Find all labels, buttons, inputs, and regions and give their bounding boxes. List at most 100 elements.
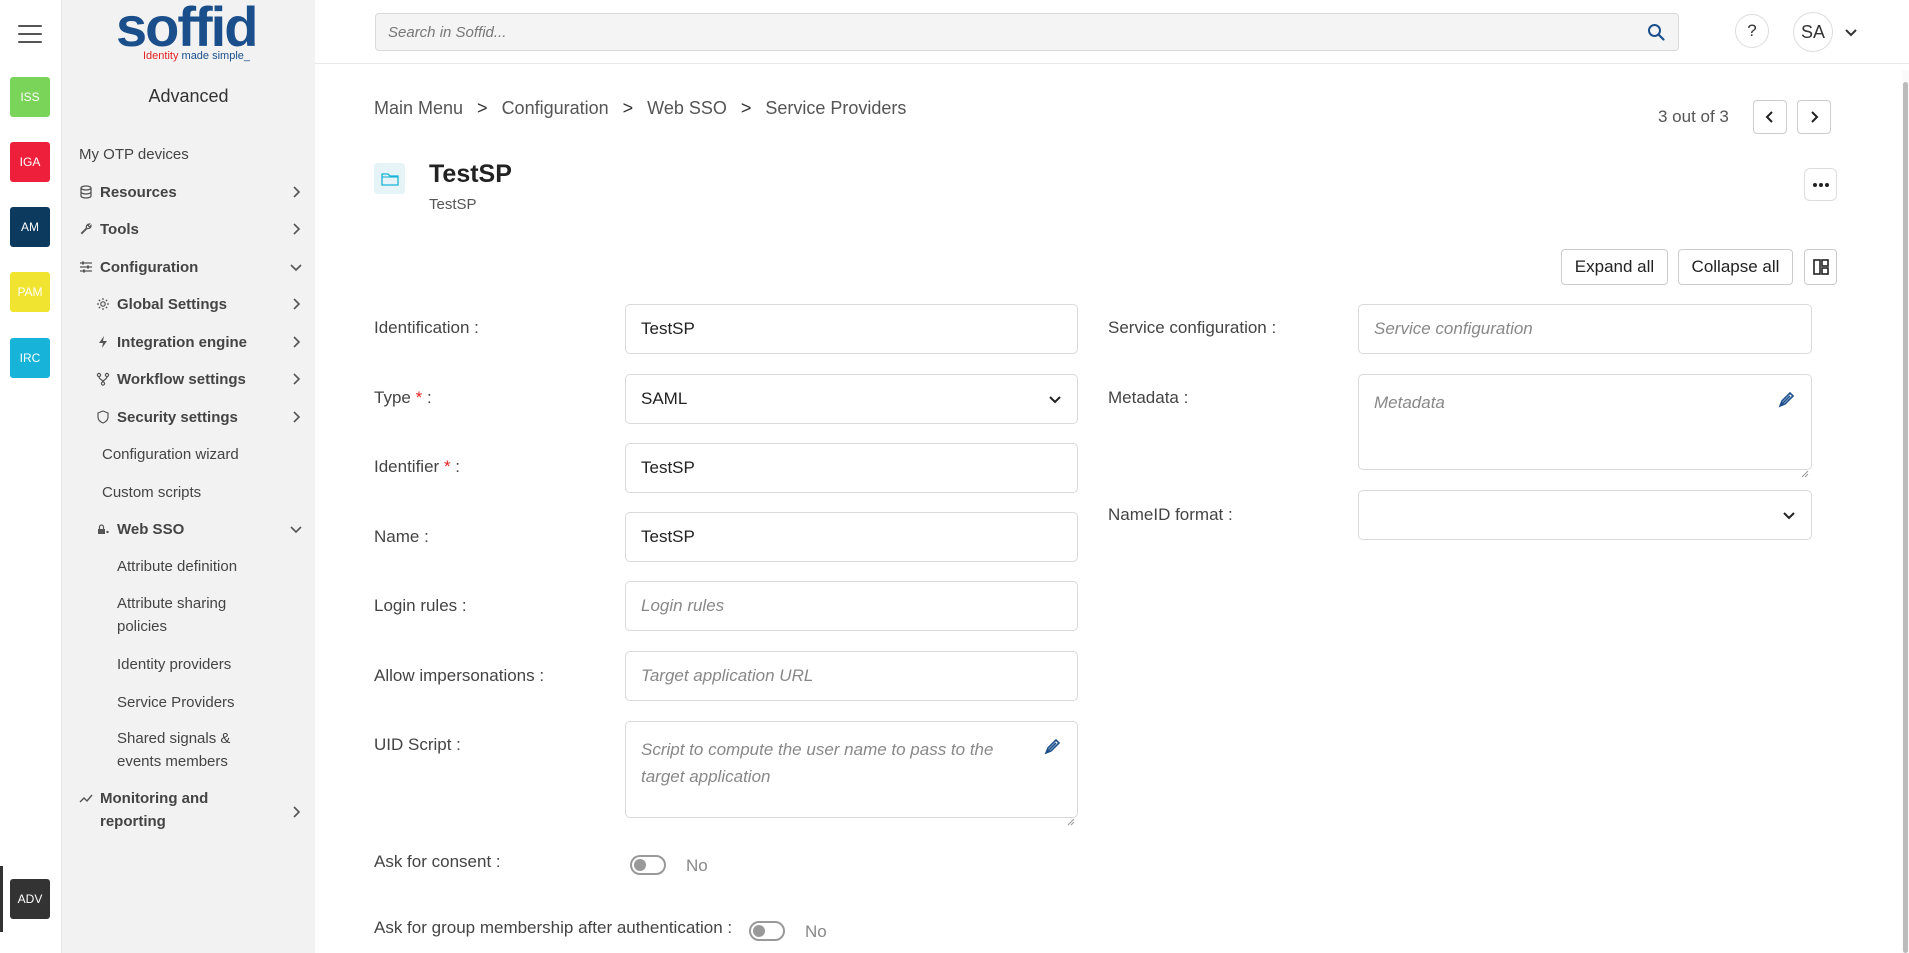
chevron-right-icon <box>1811 111 1819 123</box>
required-marker: * <box>443 457 451 476</box>
module-adv-label: ADV <box>17 892 43 906</box>
ask-group-membership-label: Ask for group membership after authentic… <box>374 918 733 937</box>
ask-consent-toggle[interactable] <box>630 855 666 875</box>
identification-field[interactable]: TestSP <box>625 304 1078 354</box>
identification-label: Identification : <box>374 318 479 337</box>
search-input[interactable] <box>388 23 1646 41</box>
sidebar-item-security-settings[interactable]: Security settings <box>62 407 315 427</box>
sidebar-item-configuration-wizard[interactable]: Configuration wizard <box>62 444 315 464</box>
sidebar-item-attribute-sharing-policies[interactable]: Attribute sharing policies <box>62 592 315 638</box>
sidebar-item-label: Security settings <box>117 408 238 426</box>
previous-record-button[interactable] <box>1752 100 1787 134</box>
sidebar-item-label-line1: Monitoring and <box>100 790 209 807</box>
breadcrumb-web-sso[interactable]: Web SSO <box>647 98 727 119</box>
sidebar-item-configuration[interactable]: Configuration <box>62 257 315 277</box>
module-am[interactable]: AM <box>10 207 50 247</box>
sidebar-item-web-sso[interactable]: Web SSO <box>62 519 315 539</box>
chevron-right-icon <box>289 185 303 199</box>
module-pam[interactable]: PAM <box>10 272 50 312</box>
uid-script-placeholder-line2: target application <box>641 767 771 786</box>
sidebar-item-identity-providers[interactable]: Identity providers <box>62 654 315 674</box>
module-iga[interactable]: IGA <box>10 142 50 182</box>
sidebar-item-custom-scripts[interactable]: Custom scripts <box>62 482 315 502</box>
type-select[interactable]: SAML <box>625 374 1078 424</box>
sidebar-item-label: Monitoring and reporting <box>100 787 208 833</box>
uid-script-placeholder-line1: Script to compute the user name to pass … <box>641 740 994 759</box>
chevron-right-icon <box>289 803 303 818</box>
name-field[interactable]: TestSP <box>625 512 1078 562</box>
record-pager: 3 out of 3 <box>1658 100 1831 134</box>
sidebar-item-label: Attribute sharing policies <box>117 592 226 638</box>
edit-pencil-icon[interactable] <box>1043 736 1063 756</box>
service-configuration-field[interactable]: Service configuration <box>1358 304 1812 354</box>
uid-script-textarea[interactable]: Script to compute the user name to pass … <box>625 721 1078 826</box>
sidebar-item-shared-signals[interactable]: Shared signals & events members <box>62 727 315 773</box>
module-iss[interactable]: ISS <box>10 77 50 117</box>
sidebar-item-label: Service Providers <box>117 693 235 711</box>
main-scrollbar[interactable] <box>1902 70 1909 953</box>
module-iga-label: IGA <box>19 155 41 169</box>
ask-group-membership-toggle[interactable] <box>749 921 785 941</box>
allow-impersonations-label: Allow impersonations : <box>374 666 545 685</box>
sidebar-item-monitoring-reporting[interactable]: Monitoring and reporting <box>62 787 315 833</box>
breadcrumb-separator: > <box>740 98 752 118</box>
type-select-value: SAML <box>641 389 688 408</box>
wrench-icon <box>79 222 93 236</box>
sidebar-item-workflow-settings[interactable]: Workflow settings <box>62 369 315 389</box>
module-adv[interactable]: ADV <box>10 879 50 919</box>
chevron-down-icon[interactable] <box>1843 24 1859 40</box>
identifier-field[interactable]: TestSP <box>625 443 1078 493</box>
breadcrumb-configuration[interactable]: Configuration <box>502 98 609 119</box>
soffid-logo[interactable]: soffid Identity made simple_ <box>116 0 266 65</box>
more-options-button[interactable] <box>1804 168 1837 201</box>
resize-handle-icon[interactable] <box>1067 807 1075 826</box>
sidebar-item-attribute-definition[interactable]: Attribute definition <box>62 556 315 576</box>
lightning-icon <box>96 335 110 349</box>
sidebar-item-label-line2: events members <box>117 753 228 770</box>
global-search[interactable] <box>375 13 1679 51</box>
chevron-right-icon <box>289 335 303 349</box>
identifier-label-text: Identifier <box>374 457 440 476</box>
chevron-right-icon <box>289 410 303 424</box>
uid-script-label: UID Script : <box>374 735 461 754</box>
sidebar-item-global-settings[interactable]: Global Settings <box>62 294 315 314</box>
sidebar-item-label-line2: policies <box>117 618 168 635</box>
nameid-format-select[interactable] <box>1358 490 1812 540</box>
search-icon[interactable] <box>1646 22 1666 42</box>
logo-tagline-blue: made simple_ <box>178 50 251 62</box>
gear-icon <box>96 297 110 311</box>
scrollbar-thumb[interactable] <box>1903 82 1908 953</box>
toggle-knob <box>634 859 646 871</box>
layout-toggle-button[interactable] <box>1804 249 1837 285</box>
metadata-textarea[interactable]: Metadata <box>1358 374 1812 478</box>
help-button[interactable]: ? <box>1735 14 1769 48</box>
module-irc[interactable]: IRC <box>10 338 50 378</box>
layout-grid-icon <box>1812 259 1829 275</box>
sidebar-item-resources[interactable]: Resources <box>62 182 315 202</box>
allow-impersonations-field[interactable]: Target application URL <box>625 651 1078 701</box>
expand-all-button[interactable]: Expand all <box>1561 249 1668 285</box>
sidebar-item-integration-engine[interactable]: Integration engine <box>62 332 315 352</box>
page-subtitle: TestSP <box>429 196 477 213</box>
login-rules-field[interactable]: Login rules <box>625 581 1078 631</box>
hamburger-menu-icon[interactable] <box>18 25 42 43</box>
sidebar-item-label: Workflow settings <box>117 370 246 388</box>
ask-consent-value: No <box>686 856 708 875</box>
shield-icon <box>96 410 110 424</box>
type-label: Type * : <box>374 388 432 408</box>
identifier-label-suffix: : <box>450 457 461 476</box>
breadcrumb-main-menu[interactable]: Main Menu <box>374 98 463 119</box>
sidebar-item-otp-devices[interactable]: My OTP devices <box>62 145 315 163</box>
chevron-down-icon <box>289 260 303 274</box>
ask-consent-label: Ask for consent : <box>374 852 501 871</box>
user-avatar[interactable]: SA <box>1793 12 1833 52</box>
edit-pencil-icon[interactable] <box>1777 389 1797 409</box>
sidebar-item-tools[interactable]: Tools <box>62 219 315 239</box>
collapse-all-button[interactable]: Collapse all <box>1678 249 1793 285</box>
sidebar-item-label: Resources <box>100 183 177 201</box>
next-record-button[interactable] <box>1796 100 1831 134</box>
module-am-label: AM <box>21 220 39 234</box>
toggle-knob <box>753 925 765 937</box>
resize-handle-icon[interactable] <box>1801 459 1809 478</box>
sidebar-item-service-providers[interactable]: Service Providers <box>62 692 315 712</box>
